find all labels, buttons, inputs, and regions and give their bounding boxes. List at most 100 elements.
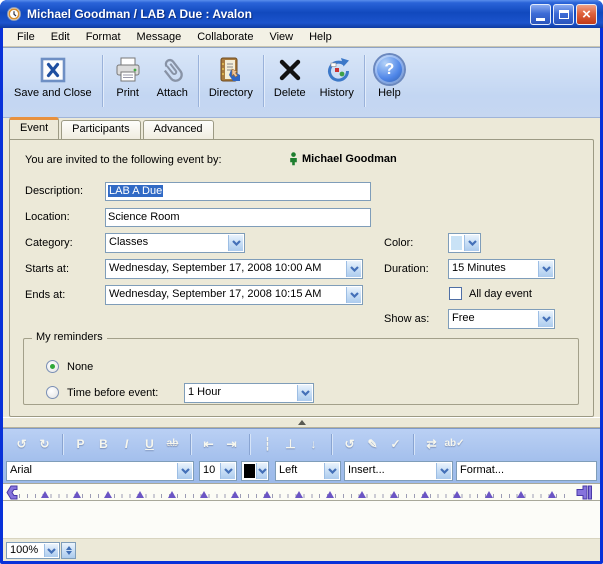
directory-button[interactable]: Directory	[202, 53, 260, 100]
dropdown-arrow-icon[interactable]	[177, 463, 192, 479]
outdent-icon[interactable]: ⇤	[198, 434, 219, 454]
print-button[interactable]: Print	[106, 53, 150, 100]
baseline-icon[interactable]: ⊥	[280, 434, 301, 454]
revert-icon[interactable]: ↺	[339, 434, 360, 454]
zoom-spinner[interactable]	[61, 542, 76, 559]
undo-icon[interactable]: ↺	[11, 434, 32, 454]
description-input[interactable]: LAB A Due	[105, 182, 371, 201]
dropdown-arrow-icon[interactable]	[538, 311, 553, 327]
strikethrough-icon[interactable]: ab	[162, 434, 183, 454]
ruler-tabstop-icon[interactable]	[168, 491, 176, 498]
accept-icon[interactable]: ✓	[385, 434, 406, 454]
ruler-tabstop-icon[interactable]	[358, 491, 366, 498]
delete-button[interactable]: Delete	[267, 53, 313, 100]
ruler-tabstop-icon[interactable]	[73, 491, 81, 498]
ruler-tabstop-icon[interactable]	[517, 491, 525, 498]
dropdown-arrow-icon[interactable]	[220, 463, 235, 479]
ruler[interactable]	[3, 483, 600, 501]
menu-help[interactable]: Help	[301, 29, 340, 45]
dropdown-arrow-icon[interactable]	[346, 287, 361, 303]
dropdown-arrow-icon[interactable]	[44, 544, 58, 557]
titlebar[interactable]: Michael Goodman / LAB A Due : Avalon ×	[0, 0, 603, 28]
dropdown-arrow-icon[interactable]	[256, 463, 267, 479]
minimize-icon	[536, 18, 545, 21]
dropdown-arrow-icon[interactable]	[436, 463, 451, 479]
category-dropdown[interactable]: Classes	[105, 233, 245, 253]
insert-dropdown[interactable]: Insert...	[344, 461, 453, 481]
menu-message[interactable]: Message	[129, 29, 190, 45]
ruler-tabstop-icon[interactable]	[390, 491, 398, 498]
ruler-tabstop-icon[interactable]	[104, 491, 112, 498]
ruler-tabstop-icon[interactable]	[326, 491, 334, 498]
tabstop-icon[interactable]: ┆	[257, 434, 278, 454]
ruler-tabstop-icon[interactable]	[421, 491, 429, 498]
dropdown-arrow-icon[interactable]	[297, 385, 312, 401]
history-button[interactable]: History	[313, 53, 361, 100]
italic-icon[interactable]: I	[116, 434, 137, 454]
format-dropdown[interactable]: Format...	[456, 461, 597, 481]
spellcheck-icon[interactable]: ab✓	[444, 434, 465, 454]
dropdown-arrow-icon[interactable]	[346, 261, 361, 277]
bold-icon[interactable]: B	[93, 434, 114, 454]
redo-icon[interactable]: ↻	[34, 434, 55, 454]
reminder-time-value: 1 Hour	[188, 386, 296, 398]
format-toolbar: ↺ ↻ P B I U ab ⇤ ⇥ ┆ ⊥ ↓ ↺ ✎ ✓ ⇄	[3, 429, 600, 459]
minimize-button[interactable]	[530, 4, 551, 25]
maximize-button[interactable]	[553, 4, 574, 25]
dropdown-arrow-icon[interactable]	[324, 463, 339, 479]
tab-advanced[interactable]: Advanced	[143, 120, 214, 139]
reminder-time-dropdown[interactable]: 1 Hour	[184, 383, 314, 403]
move-down-icon[interactable]: ↓	[303, 434, 324, 454]
ruler-tabstop-icon[interactable]	[453, 491, 461, 498]
menu-collaborate[interactable]: Collaborate	[189, 29, 261, 45]
attach-button[interactable]: Attach	[150, 53, 195, 100]
dropdown-arrow-icon[interactable]	[228, 235, 243, 251]
underline-icon[interactable]: U	[139, 434, 160, 454]
text-color-dropdown[interactable]	[241, 461, 269, 481]
indent-icon[interactable]: ⇥	[221, 434, 242, 454]
font-family-dropdown[interactable]: Arial	[6, 461, 194, 481]
dropdown-arrow-icon[interactable]	[538, 261, 553, 277]
ruler-tabstop-icon[interactable]	[231, 491, 239, 498]
menu-file[interactable]: File	[9, 29, 43, 45]
ruler-tabstop-icon[interactable]	[263, 491, 271, 498]
toolbar-button-label: History	[320, 87, 354, 99]
tab-event[interactable]: Event	[9, 117, 59, 139]
starts-at-dropdown[interactable]: Wednesday, September 17, 2008 10:00 AM	[105, 259, 363, 279]
menu-view[interactable]: View	[261, 29, 301, 45]
spinner-up-icon[interactable]	[66, 546, 72, 550]
plain-text-icon[interactable]: P	[70, 434, 91, 454]
tab-participants[interactable]: Participants	[61, 120, 140, 139]
help-button[interactable]: ? Help	[368, 53, 411, 100]
directory-icon	[216, 54, 246, 85]
ruler-tabstop-icon[interactable]	[41, 491, 49, 498]
location-input[interactable]: Science Room	[105, 208, 371, 227]
color-dropdown[interactable]	[448, 233, 481, 253]
find-replace-icon[interactable]: ⇄	[421, 434, 442, 454]
reminder-time-radio[interactable]	[46, 386, 59, 399]
spinner-down-icon[interactable]	[66, 551, 72, 555]
all-day-checkbox[interactable]	[449, 287, 462, 300]
reminder-none-radio[interactable]	[46, 360, 59, 373]
ruler-tabstop-icon[interactable]	[136, 491, 144, 498]
ruler-tabstop-icon[interactable]	[295, 491, 303, 498]
ruler-tabstop-icon[interactable]	[548, 491, 556, 498]
pane-splitter[interactable]	[3, 417, 600, 428]
ruler-tabstop-icon[interactable]	[485, 491, 493, 498]
splitter-collapse-icon[interactable]	[298, 420, 306, 425]
save-and-close-button[interactable]: Save and Close	[7, 53, 99, 100]
dropdown-arrow-icon[interactable]	[464, 235, 479, 251]
ends-at-dropdown[interactable]: Wednesday, September 17, 2008 10:15 AM	[105, 285, 363, 305]
alignment-dropdown[interactable]: Left	[275, 461, 341, 481]
menu-edit[interactable]: Edit	[43, 29, 78, 45]
duration-dropdown[interactable]: 15 Minutes	[448, 259, 555, 279]
menu-format[interactable]: Format	[78, 29, 129, 45]
pen-icon[interactable]: ✎	[362, 434, 383, 454]
show-as-dropdown[interactable]: Free	[448, 309, 555, 329]
zoom-control[interactable]: 100%	[6, 542, 60, 559]
ruler-tabstop-icon[interactable]	[200, 491, 208, 498]
font-size-dropdown[interactable]: 10	[199, 461, 237, 481]
message-body[interactable]	[3, 501, 600, 538]
close-button[interactable]: ×	[576, 4, 597, 25]
alignment-value: Left	[279, 464, 323, 476]
